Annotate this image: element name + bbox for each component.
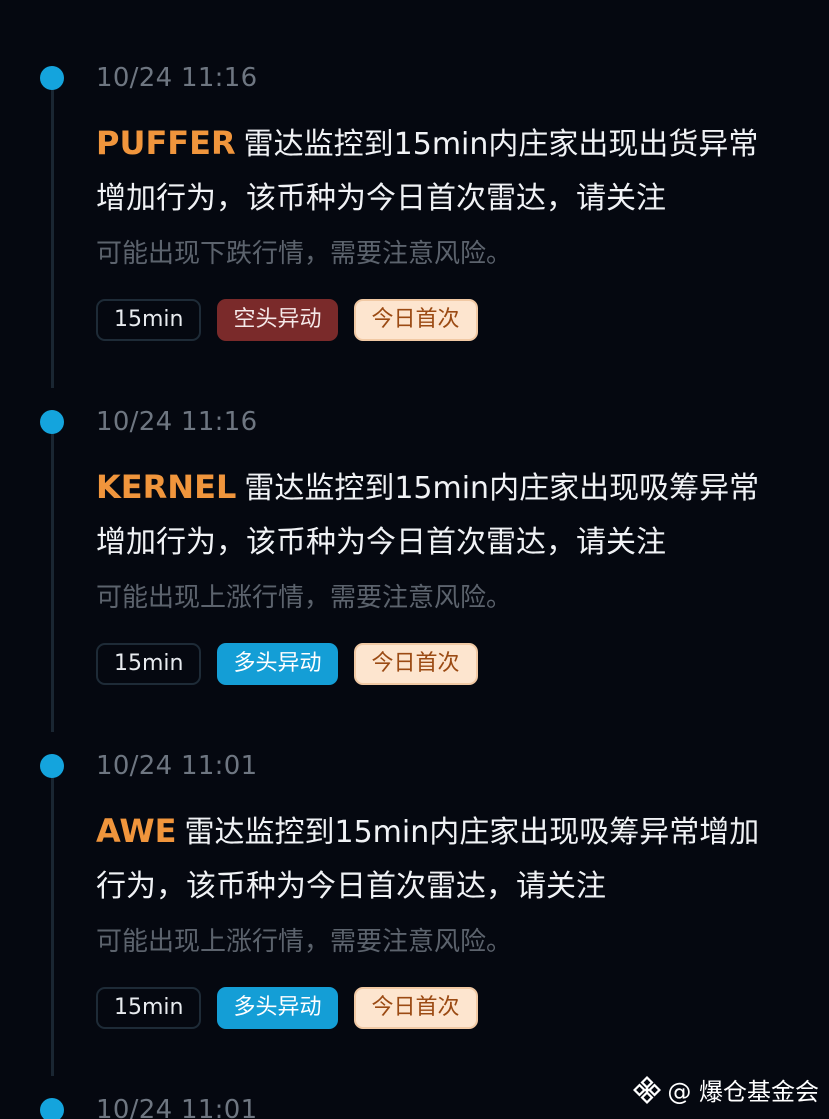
risk-hint: 可能出现上涨行情，需要注意风险。 xyxy=(96,927,513,957)
alert-text: 雷达监控到15min内庄家出现吸筹异常增加行为，该币种为今日首次雷达，请关注 xyxy=(96,815,760,904)
risk-hint: 可能出现上涨行情，需要注意风险。 xyxy=(96,583,513,613)
coin-symbol[interactable]: AWE xyxy=(96,812,176,850)
alert-timestamp: 10/24 11:16 xyxy=(96,63,258,93)
alert-message: PUFFER 雷达监控到15min内庄家出现出货异常增加行为，该币种为今日首次雷达… xyxy=(96,116,786,226)
timeline-dot xyxy=(40,754,64,778)
interval-tag: 15min xyxy=(96,643,202,685)
tag-row: 15min 多头异动 今日首次 xyxy=(96,643,478,685)
alert-entry[interactable]: 10/24 11:16 PUFFER 雷达监控到15min内庄家出现出货异常增加行… xyxy=(0,12,829,356)
long-signal-tag: 多头异动 xyxy=(217,643,338,685)
coin-symbol[interactable]: KERNEL xyxy=(96,468,236,506)
coin-symbol[interactable]: PUFFER xyxy=(96,124,236,162)
interval-tag: 15min xyxy=(96,987,202,1029)
alert-message: KERNEL 雷达监控到15min内庄家出现吸筹异常增加行为，该币种为今日首次雷达… xyxy=(96,460,786,570)
tag-row: 15min 空头异动 今日首次 xyxy=(96,299,478,341)
risk-hint: 可能出现下跌行情，需要注意风险。 xyxy=(96,239,513,269)
watermark-text: @ 爆仓基金会 xyxy=(667,1078,819,1106)
alert-timestamp: 10/24 11:01 xyxy=(96,1095,258,1119)
alert-entry[interactable]: 10/24 11:01 AWE 雷达监控到15min内庄家出现吸筹异常增加行为，该… xyxy=(0,700,829,1044)
watermark: @ 爆仓基金会 xyxy=(633,1072,819,1107)
first-today-tag: 今日首次 xyxy=(353,299,478,341)
tag-row: 15min 多头异动 今日首次 xyxy=(96,987,478,1029)
timeline-dot xyxy=(40,66,64,90)
short-signal-tag: 空头异动 xyxy=(217,299,338,341)
interval-tag: 15min xyxy=(96,299,202,341)
alert-timeline: 10/24 11:16 PUFFER 雷达监控到15min内庄家出现出货异常增加行… xyxy=(0,0,829,1119)
binance-logo-icon xyxy=(633,1075,662,1104)
first-today-tag: 今日首次 xyxy=(353,987,478,1029)
timeline-dot xyxy=(40,1098,64,1119)
alert-timestamp: 10/24 11:16 xyxy=(96,407,258,437)
alert-message: AWE 雷达监控到15min内庄家出现吸筹异常增加行为，该币种为今日首次雷达，请关… xyxy=(96,804,786,914)
alert-timestamp: 10/24 11:01 xyxy=(96,751,258,781)
timeline-dot xyxy=(40,410,64,434)
long-signal-tag: 多头异动 xyxy=(217,987,338,1029)
first-today-tag: 今日首次 xyxy=(353,643,478,685)
alert-entry[interactable]: 10/24 11:16 KERNEL 雷达监控到15min内庄家出现吸筹异常增加行… xyxy=(0,356,829,700)
